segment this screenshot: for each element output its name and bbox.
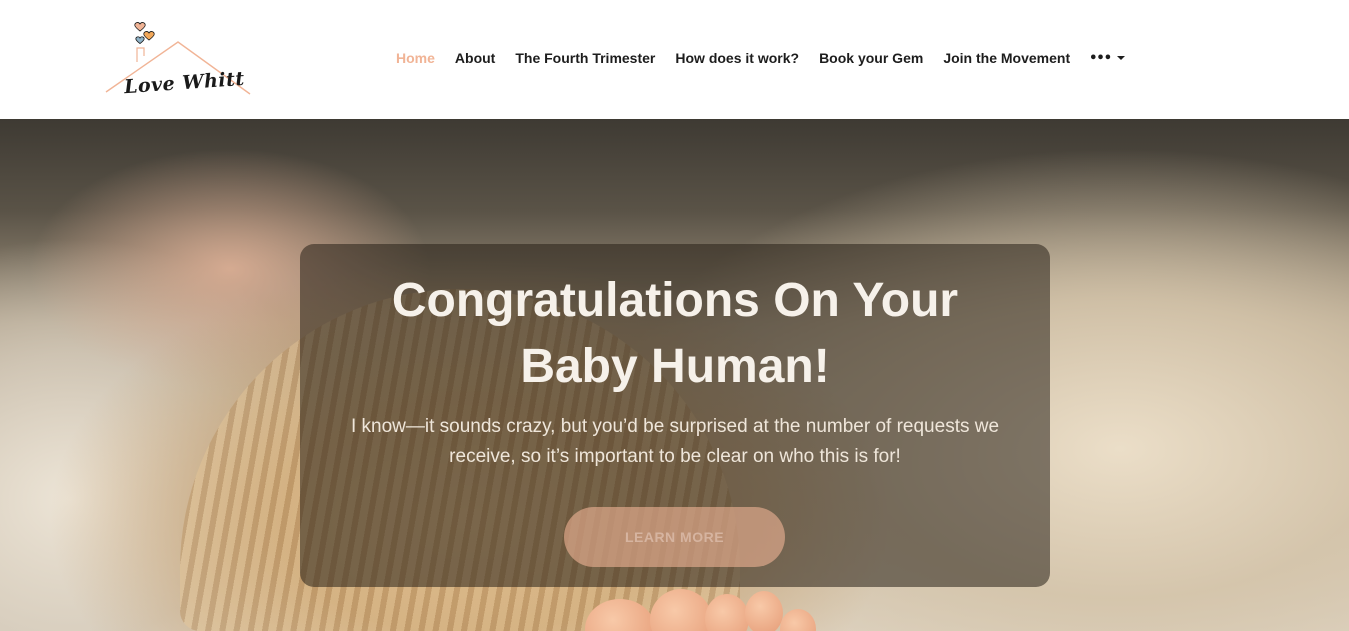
nav-item-how-it-works[interactable]: How does it work?: [675, 50, 799, 66]
caret-down-icon: [1117, 56, 1126, 60]
hero-subtitle-line-1: I know—it sounds crazy, but you’d be sur…: [350, 416, 1000, 437]
hero-title: Congratulations On Your Baby Human!: [300, 268, 1050, 400]
nav-item-join-movement[interactable]: Join the Movement: [943, 50, 1070, 66]
hero-banner: Congratulations On Your Baby Human! I kn…: [0, 119, 1349, 631]
ellipsis-icon: •••: [1089, 50, 1112, 66]
nav-more-dropdown[interactable]: •••: [1089, 50, 1126, 66]
nav-item-book-your-gem[interactable]: Book your Gem: [819, 50, 923, 66]
main-nav: Home About The Fourth Trimester How does…: [386, 47, 1126, 69]
hero-card: Congratulations On Your Baby Human! I kn…: [300, 244, 1050, 587]
hero-title-line-1: Congratulations On Your: [391, 274, 959, 327]
hero-title-line-2: Baby Human!: [520, 340, 830, 393]
hero-subtitle: I know—it sounds crazy, but you’d be sur…: [315, 412, 1035, 472]
nav-item-home[interactable]: Home: [396, 50, 435, 66]
baby-toes-image: [540, 589, 840, 631]
nav-item-about[interactable]: About: [455, 50, 495, 66]
brand-logo[interactable]: Love Whitt: [104, 18, 254, 104]
nav-item-fourth-trimester[interactable]: The Fourth Trimester: [515, 50, 655, 66]
learn-more-button[interactable]: LEARN MORE: [564, 507, 785, 567]
site-header: Love Whitt Home About The Fourth Trimest…: [0, 0, 1349, 119]
hero-subtitle-line-2: receive, so it’s important to be clear o…: [449, 446, 901, 467]
